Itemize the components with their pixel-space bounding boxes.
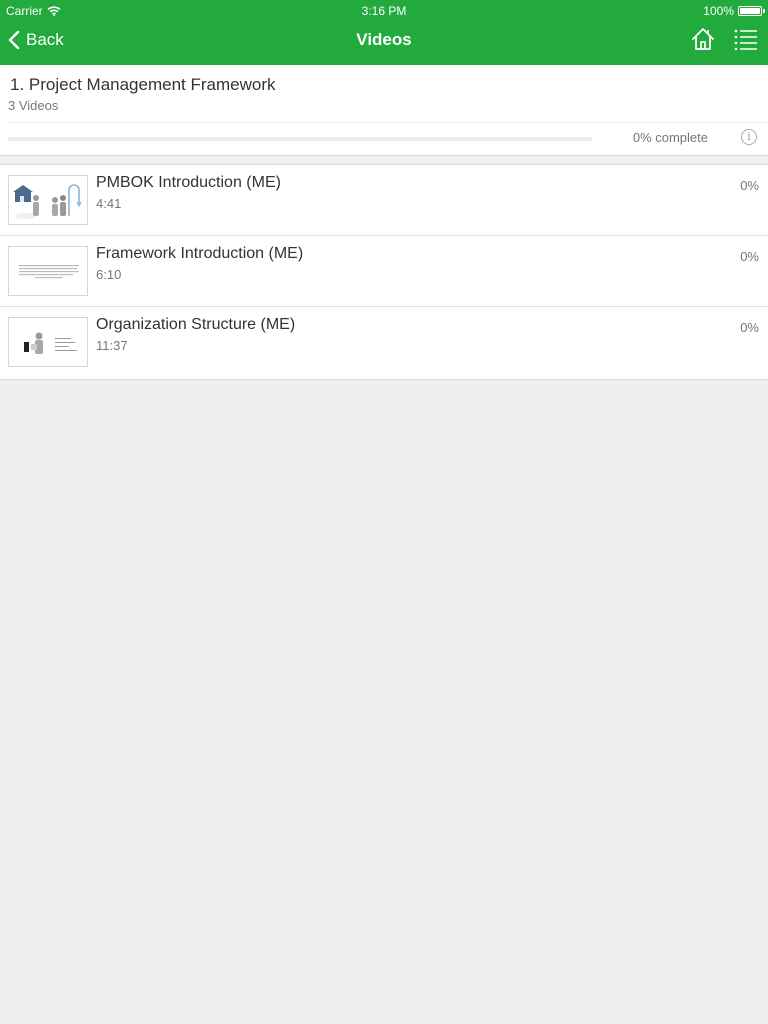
video-percent: 0%: [740, 320, 759, 335]
progress-label: 0% complete: [632, 130, 708, 145]
video-list: PMBOK Introduction (ME) 4:41 0% Framewor…: [0, 164, 768, 380]
top-bar: Carrier 3:16 PM 100% Back Videos: [0, 0, 768, 65]
video-title: Organization Structure (ME): [96, 316, 296, 333]
video-row[interactable]: Framework Introduction (ME) 6:10 0%: [0, 236, 768, 307]
video-percent: 0%: [740, 249, 759, 264]
header-divider: [8, 122, 768, 123]
video-duration: 6:10: [96, 267, 122, 282]
battery-icon: [738, 6, 765, 16]
status-time: 3:16 PM: [361, 4, 407, 18]
section-header: 1. Project Management Framework 3 Videos…: [0, 65, 768, 156]
navigation-bar: Back Videos: [0, 20, 768, 65]
video-percent: 0%: [740, 178, 759, 193]
video-thumbnail: [8, 317, 88, 367]
video-row[interactable]: Organization Structure (ME) 11:37 0%: [0, 307, 768, 379]
video-count: 3 Videos: [8, 98, 59, 113]
video-title: PMBOK Introduction (ME): [96, 174, 281, 191]
video-duration: 11:37: [96, 338, 128, 353]
home-icon[interactable]: [690, 26, 716, 52]
video-duration: 4:41: [96, 196, 122, 211]
video-row[interactable]: PMBOK Introduction (ME) 4:41 0%: [0, 165, 768, 236]
info-icon[interactable]: i: [741, 129, 757, 145]
status-battery: 100%: [703, 4, 765, 18]
section-progress-bar: [8, 137, 592, 141]
status-bar: Carrier 3:16 PM 100%: [0, 0, 768, 20]
video-thumbnail: [8, 246, 88, 296]
section-title: 1. Project Management Framework: [10, 75, 276, 94]
battery-percent: 100%: [703, 4, 734, 18]
list-icon[interactable]: [734, 28, 758, 50]
video-thumbnail: [8, 175, 88, 225]
page-title: Videos: [356, 30, 412, 49]
video-title: Framework Introduction (ME): [96, 245, 304, 262]
